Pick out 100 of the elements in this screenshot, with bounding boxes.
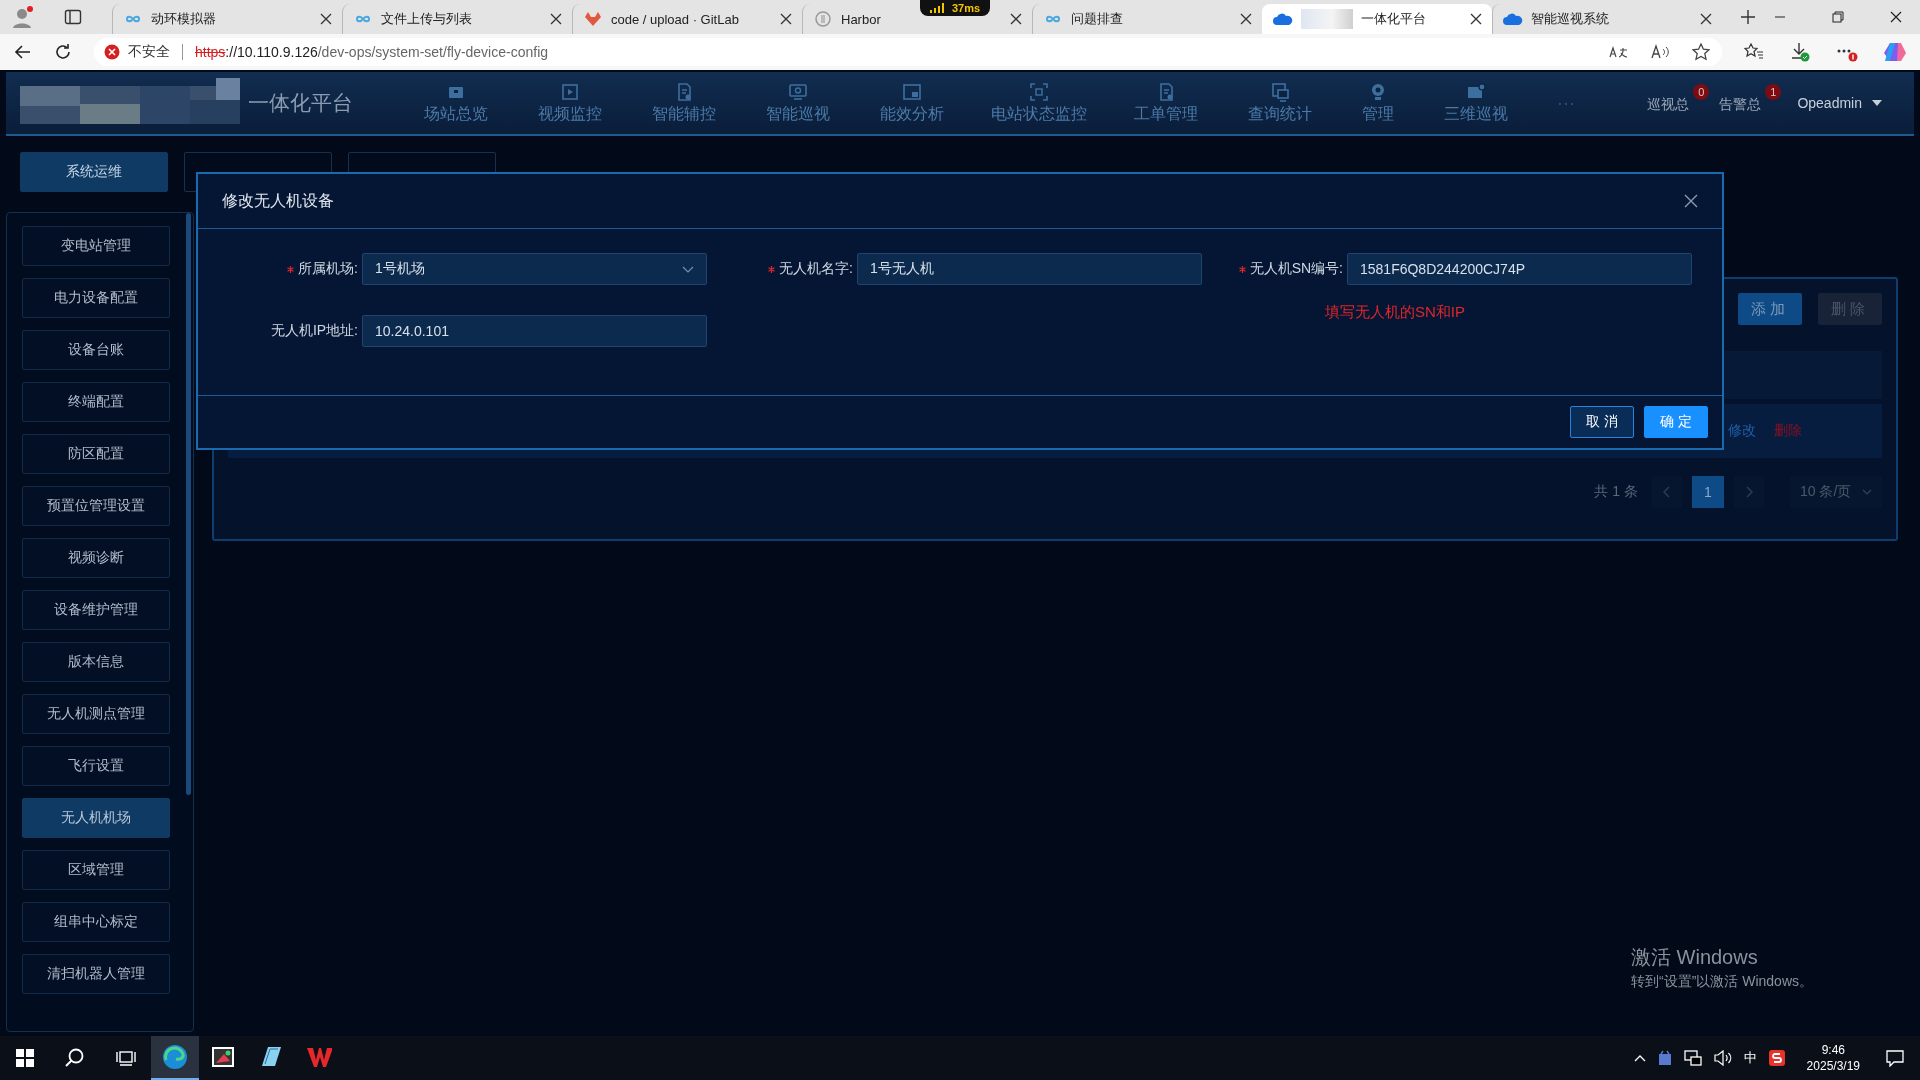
- section-tab[interactable]: 系统运维: [20, 152, 168, 192]
- activation-note: 转到“设置”以激活 Windows。: [1631, 973, 1813, 991]
- restore-icon[interactable]: [1832, 11, 1844, 23]
- nav-item[interactable]: 三维巡视: [1419, 72, 1533, 134]
- sidebar-item[interactable]: 区域管理: [22, 850, 170, 890]
- input-field[interactable]: 1581F6Q8D244200CJ74P: [1347, 253, 1692, 285]
- nav-item[interactable]: 工单管理: [1109, 72, 1223, 134]
- activation-title: 激活 Windows: [1631, 945, 1759, 970]
- sidebar-item[interactable]: 设备维护管理: [22, 590, 170, 630]
- sidebar-item[interactable]: 视频诊断: [22, 538, 170, 578]
- nav-item[interactable]: 视频监控: [513, 72, 627, 134]
- browser-tab[interactable]: 一体化平台: [1262, 4, 1492, 34]
- sidebar-item[interactable]: 防区配置: [22, 434, 170, 474]
- tab-title: code / upload · GitLab: [611, 11, 740, 27]
- close-icon[interactable]: [780, 13, 792, 25]
- close-icon[interactable]: [1700, 13, 1712, 25]
- translate-icon[interactable]: [1608, 44, 1628, 60]
- edge-icon[interactable]: [162, 1044, 188, 1070]
- chevron-down-icon: [682, 265, 694, 273]
- notification-icon[interactable]: [1886, 1049, 1904, 1067]
- sidebar-item[interactable]: 无人机机场: [22, 798, 170, 838]
- field-label: 无人机IP地址:: [270, 322, 358, 340]
- nav-icon: [1029, 81, 1049, 102]
- input-field[interactable]: 10.24.0.101: [362, 315, 707, 347]
- nav-icon: [902, 81, 922, 102]
- nav-item[interactable]: 场站总览: [399, 72, 513, 134]
- sidebar-item[interactable]: 预置位管理设置: [22, 486, 170, 526]
- tray-app-icon[interactable]: [1657, 1050, 1672, 1066]
- counter-label[interactable]: 巡视总: [1647, 92, 1690, 114]
- user-name[interactable]: Opeadmin: [1797, 95, 1862, 111]
- sidebar-item[interactable]: 终端配置: [22, 382, 170, 422]
- chevron-up-icon[interactable]: [1633, 1054, 1646, 1062]
- close-icon[interactable]: [1684, 194, 1698, 208]
- clock[interactable]: 9:46 2025/3/19: [1806, 1042, 1860, 1074]
- new-tab-icon[interactable]: [1740, 9, 1756, 25]
- chevron-down-icon: [1862, 489, 1872, 495]
- field-label: 无人机名字:: [779, 260, 853, 278]
- nav-item[interactable]: 能效分析: [855, 72, 969, 134]
- close-icon[interactable]: [320, 13, 332, 25]
- task-view-icon[interactable]: [116, 1049, 136, 1067]
- profile-icon[interactable]: [10, 5, 34, 29]
- read-aloud-icon[interactable]: [1650, 44, 1670, 60]
- sidebar-item[interactable]: 变电站管理: [22, 226, 170, 266]
- blurred-text: [1301, 9, 1353, 29]
- close-icon[interactable]: [1240, 13, 1252, 25]
- tab-title: Harbor: [841, 11, 882, 27]
- close-icon[interactable]: [1470, 13, 1482, 25]
- counter-label[interactable]: 告警总: [1719, 92, 1762, 114]
- caret-icon[interactable]: [1872, 100, 1882, 106]
- nav-icon: [560, 81, 580, 102]
- favorites-icon[interactable]: [1744, 43, 1764, 61]
- fox-icon: [583, 11, 603, 27]
- star-icon[interactable]: [1692, 43, 1710, 61]
- sidebar-item[interactable]: 组串中心标定: [22, 902, 170, 942]
- security-label[interactable]: 不安全: [128, 43, 170, 61]
- tab-title: 智能巡视系统: [1531, 10, 1610, 28]
- network-icon[interactable]: [1683, 1050, 1702, 1066]
- cancel-button[interactable]: 取 消: [1570, 406, 1634, 438]
- reload-icon[interactable]: [54, 43, 72, 61]
- input-field[interactable]: 1号无人机: [857, 253, 1202, 285]
- cloud-icon: [1503, 11, 1523, 27]
- address-field[interactable]: 不安全 https://10.110.9.126/dev-ops/system-set/fly-device-config: [94, 38, 1722, 66]
- page-button[interactable]: 1: [1692, 476, 1724, 508]
- count-badge: 1: [1765, 84, 1782, 100]
- sidebar-item[interactable]: 设备台账: [22, 330, 170, 370]
- sidebar-item[interactable]: 飞行设置: [22, 746, 170, 786]
- back-icon[interactable]: [14, 43, 32, 61]
- sidebar-item[interactable]: 电力设备配置: [22, 278, 170, 318]
- nav-item[interactable]: 查询统计: [1223, 72, 1337, 134]
- field-label: 所属机场:: [298, 260, 358, 278]
- sidebar-item[interactable]: 无人机测点管理: [22, 694, 170, 734]
- nav-item[interactable]: 智能巡视: [741, 72, 855, 134]
- close-icon[interactable]: [1010, 13, 1022, 25]
- hint-text: 填写无人机的SN和IP: [1325, 303, 1465, 322]
- sidebar-item[interactable]: 版本信息: [22, 642, 170, 682]
- nav-item[interactable]: 电站状态监控: [969, 72, 1109, 134]
- download-icon[interactable]: [1790, 42, 1810, 62]
- input-method-indicator[interactable]: 中: [1743, 1049, 1757, 1067]
- close-icon[interactable]: [550, 13, 562, 25]
- nav-icon: [788, 81, 808, 102]
- s-logo-icon[interactable]: [1768, 1050, 1785, 1066]
- volume-icon[interactable]: [1713, 1050, 1732, 1066]
- circle-icon: [813, 11, 833, 27]
- tab-title: 动环模拟器: [151, 10, 217, 28]
- select-field[interactable]: 1号机场: [362, 253, 707, 285]
- nav-item[interactable]: 智能辅控: [627, 72, 741, 134]
- search-icon[interactable]: [65, 1048, 85, 1068]
- app-title: 一体化平台: [248, 90, 353, 116]
- windows-icon[interactable]: [16, 1049, 34, 1067]
- nav-icon: [1270, 81, 1290, 102]
- close-icon[interactable]: [1890, 11, 1902, 23]
- cloud-icon: [1273, 11, 1293, 27]
- sidebar-item[interactable]: 清扫机器人管理: [22, 954, 170, 994]
- copilot-icon[interactable]: [1884, 41, 1906, 63]
- scrollbar[interactable]: [186, 213, 191, 795]
- nav-item[interactable]: 管理: [1337, 72, 1419, 134]
- error-icon: [104, 44, 120, 60]
- tab-actions-icon[interactable]: [64, 8, 82, 26]
- tab-title: 问题排查: [1071, 10, 1124, 28]
- paint-icon[interactable]: [210, 1044, 236, 1070]
